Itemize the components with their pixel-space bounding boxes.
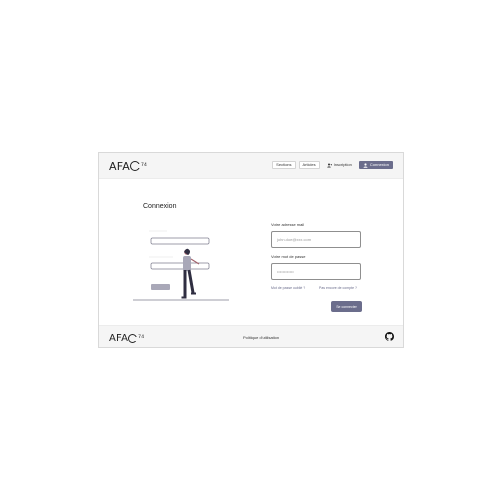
main-nav: Sections Articles Inscription Connexion: [272, 161, 393, 169]
logo-ring-icon: [129, 161, 141, 171]
logo-text: AFA: [109, 159, 130, 173]
user-icon: [363, 162, 368, 168]
header: AFA 74 Sections Articles Inscription Con…: [99, 153, 403, 179]
email-field[interactable]: john.doe@xxx.com: [271, 231, 361, 248]
footer-logo[interactable]: AFA 74: [109, 332, 144, 344]
nav-articles-label: Articles: [302, 162, 316, 167]
logo[interactable]: AFA 74: [109, 159, 148, 173]
email-label: Votre adresse mail: [271, 222, 305, 227]
policy-link[interactable]: Politique d'utilisation: [243, 335, 279, 340]
footer-logo-number: 74: [138, 334, 145, 340]
no-account-link[interactable]: Pas encore de compte ?: [319, 286, 357, 290]
password-label: Votre mot de passe: [271, 254, 306, 259]
login-illustration: [133, 230, 229, 301]
nav-login-button[interactable]: Connexion: [358, 161, 393, 169]
github-icon[interactable]: [385, 332, 394, 341]
password-field[interactable]: ••••••••••••: [271, 263, 361, 280]
nav-signup-label: Inscription: [333, 162, 352, 167]
page-title: Connexion: [143, 203, 177, 210]
email-placeholder: john.doe@xxx.com: [277, 237, 312, 242]
footer-logo-text: AFA: [109, 332, 129, 344]
logo-number: 74: [140, 162, 148, 168]
nav-login-label: Connexion: [369, 162, 389, 167]
nav-articles-button[interactable]: Articles: [298, 161, 320, 169]
app-window: AFA 74 Sections Articles Inscription Con…: [98, 152, 404, 348]
password-placeholder: ••••••••••••: [277, 269, 294, 274]
nav-sections-label: Sections: [276, 162, 292, 167]
user-plus-icon: [326, 163, 332, 167]
login-submit-button[interactable]: Se connecter: [331, 301, 362, 312]
forgot-password-link[interactable]: Mot de passe oublié ?: [271, 286, 305, 290]
footer-logo-ring-icon: [128, 333, 139, 343]
footer: AFA 74 Politique d'utilisation: [99, 325, 403, 347]
nav-signup-button[interactable]: Inscription: [323, 161, 356, 169]
nav-sections-button[interactable]: Sections: [272, 161, 296, 169]
